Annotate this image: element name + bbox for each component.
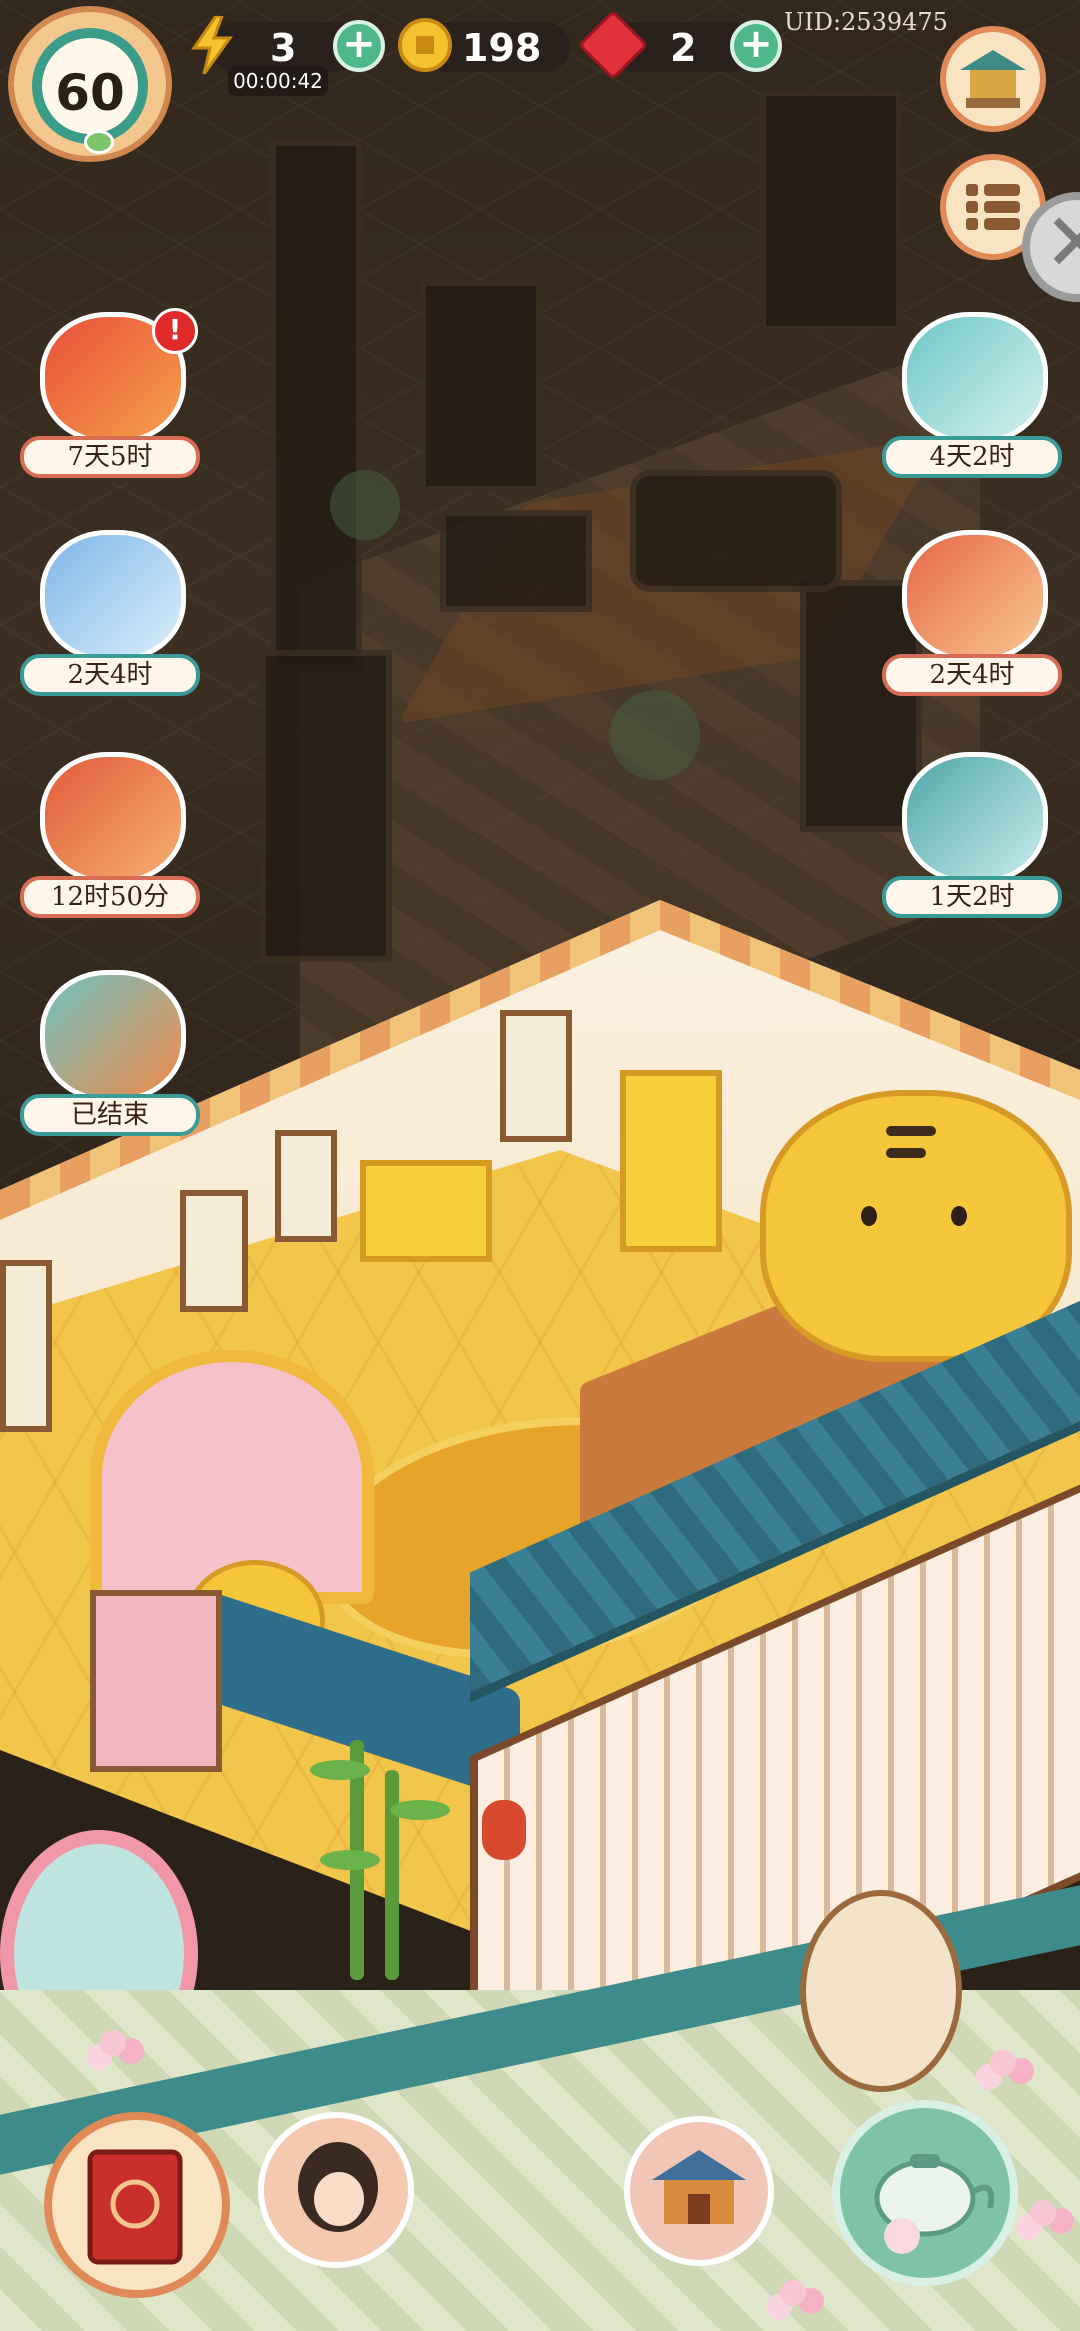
dimmed-table (630, 470, 842, 592)
wall-calligraphy[interactable] (275, 1130, 337, 1242)
tiger-eye (861, 1206, 877, 1226)
energy-value: 3 (270, 26, 297, 70)
bamboo-leaf (310, 1760, 370, 1780)
player-level-badge[interactable]: 60 (8, 6, 172, 162)
event-button-autumn-lady[interactable]: 已结束 (18, 970, 208, 1140)
event-timer-label: 7天5时 (20, 436, 200, 478)
player-level: 60 (55, 64, 125, 122)
event-button-fan-cat[interactable]: 2天4时 (880, 530, 1070, 700)
event-timer-label: 1天2时 (882, 876, 1062, 918)
red-book-icon (87, 2149, 183, 2265)
pavilion-house-icon (652, 2150, 746, 2224)
character-portrait-button[interactable] (258, 2112, 414, 2268)
bamboo-stalk (385, 1770, 399, 1980)
yellow-cabinet[interactable] (620, 1070, 722, 1252)
coin-value: 198 (462, 26, 542, 70)
bamboo-leaf (320, 1850, 380, 1870)
coin-icon (398, 18, 452, 72)
tiger-stripe (886, 1148, 926, 1158)
event-timer-label: 2天4时 (20, 654, 200, 696)
energy-timer: 00:00:42 (228, 66, 328, 96)
flower-bush (100, 2030, 126, 2056)
ruby-value: 2 (670, 26, 697, 70)
add-ruby-button[interactable]: + (730, 20, 782, 72)
treasure-chest-event-icon (40, 752, 186, 884)
event-timer-label: 12时50分 (20, 876, 200, 918)
wall-calligraphy[interactable] (0, 1260, 52, 1432)
fan-cat-event-icon (902, 530, 1048, 662)
tiger-bed-headboard[interactable] (760, 1090, 1072, 1362)
journal-book-button[interactable] (44, 2112, 230, 2298)
dimmed-plant (330, 470, 400, 540)
dimmed-hanging-scroll (260, 650, 392, 962)
bamboo-leaf (390, 1800, 450, 1820)
tiger-stripe (886, 1126, 936, 1136)
wall-painting[interactable] (500, 1010, 572, 1142)
dimmed-chest (440, 510, 592, 612)
level-gem-icon (84, 130, 114, 154)
level-progress-ring: 60 (32, 28, 148, 144)
pink-banner-stand[interactable] (90, 1590, 222, 1772)
pavilion-icon (960, 50, 1026, 108)
spa-cat-event-icon (902, 312, 1048, 444)
lightning-icon (191, 16, 233, 74)
tea-house-button[interactable] (832, 2100, 1018, 2286)
avatar-face (314, 2172, 364, 2226)
autumn-lady-event-icon (40, 970, 186, 1102)
event-button-spa-cat[interactable]: 4天2时 (880, 312, 1070, 482)
dimmed-partition (270, 140, 362, 672)
wall-calligraphy[interactable] (180, 1190, 248, 1312)
shop-button[interactable] (940, 26, 1046, 132)
cherry-blossom (990, 2050, 1016, 2076)
tiger-eye (951, 1206, 967, 1226)
cherry-blossom (1030, 2200, 1056, 2226)
dimmed-plant (610, 690, 700, 780)
notification-badge: ! (152, 308, 198, 354)
cherry-blossom (780, 2280, 806, 2306)
event-button-snow-cat[interactable]: 2天4时 (18, 530, 208, 700)
event-button-treasure-chest[interactable]: 12时50分 (18, 752, 208, 922)
user-id: UID:2539475 (784, 8, 948, 36)
event-timer-label: 2天4时 (882, 654, 1062, 696)
event-button-autumn-book[interactable]: ! 7天5时 (18, 308, 208, 482)
event-timer-label: 4天2时 (882, 436, 1062, 478)
house-build-button[interactable] (624, 2116, 774, 2266)
add-energy-button[interactable]: + (333, 20, 385, 72)
event-timer-label: 已结束 (20, 1094, 200, 1136)
dimmed-screen-panel (420, 280, 542, 492)
round-window (800, 1890, 962, 2092)
dimmed-wall-scroll (760, 90, 902, 332)
yellow-throne-chair[interactable] (360, 1160, 492, 1262)
gift-cat-event-icon (902, 752, 1048, 884)
red-lantern[interactable] (482, 1800, 526, 1860)
snow-cat-event-icon (40, 530, 186, 662)
event-button-gift-cat[interactable]: 1天2时 (880, 752, 1070, 922)
teapot-icon (874, 2154, 995, 2254)
